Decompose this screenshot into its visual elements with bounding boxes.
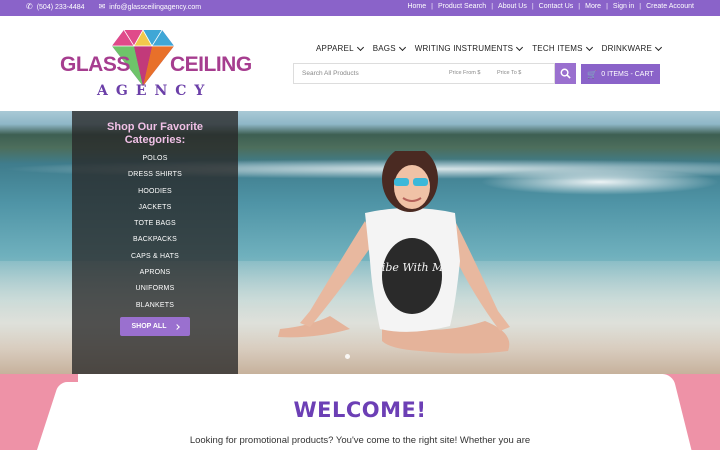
category-link-uniforms[interactable]: UNIFORMS xyxy=(72,281,238,297)
nav-item-tech-items[interactable]: TECH ITEMS xyxy=(532,43,593,53)
cart-button[interactable]: 🛒 0 ITEMS - CART xyxy=(581,64,660,84)
welcome-text: Looking for promotional products? You've… xyxy=(189,435,531,446)
envelope-icon: ✉ xyxy=(98,2,106,11)
category-list: POLOS DRESS SHIRTS HOODIES JACKETS TOTE … xyxy=(72,151,238,314)
chevron-down-icon xyxy=(398,43,406,51)
chevron-down-icon xyxy=(356,43,364,51)
chevron-down-icon xyxy=(655,43,663,51)
price-to-input[interactable]: Price To $ xyxy=(497,70,521,76)
category-link-hoodies[interactable]: HOODIES xyxy=(72,184,238,200)
price-from-input[interactable]: Price From $ xyxy=(449,70,480,76)
top-bar: ✆ (504) 233-4484 ✉ info@glassceilingagency… xyxy=(0,0,720,16)
shirt-graphic-text: Vibe With Me xyxy=(374,261,450,274)
logo-word-agency: AGENCY xyxy=(97,83,213,99)
hero-image: Vibe With Me xyxy=(278,151,510,354)
email-link[interactable]: ✉ info@glassceilingagency.com xyxy=(99,3,202,11)
main-nav: APPAREL BAGS WRITING INSTRUMENTS TECH IT… xyxy=(316,43,671,53)
category-panel: Shop Our Favorite Categories: POLOS DRES… xyxy=(72,111,238,374)
nav-label: BAGS xyxy=(372,44,396,53)
chevron-down-icon xyxy=(516,43,524,51)
contact-info: ✆ (504) 233-4484 ✉ info@glassceilingagency… xyxy=(26,3,201,11)
cart-icon: 🛒 xyxy=(587,69,598,79)
top-link-about-us[interactable]: About Us xyxy=(498,3,527,10)
nav-label: TECH ITEMS xyxy=(532,44,583,53)
nav-item-drinkware[interactable]: DRINKWARE xyxy=(601,43,663,53)
site-logo[interactable]: GLASS CEILING AGENCY xyxy=(58,24,252,104)
nav-label: APPAREL xyxy=(316,44,354,53)
search-icon xyxy=(560,68,571,79)
search-button[interactable] xyxy=(555,63,576,84)
chevron-right-icon xyxy=(173,323,180,330)
site-header: GLASS CEILING AGENCY APPAREL BAGS WRITIN… xyxy=(0,16,720,111)
category-link-blankets[interactable]: BLANKETS xyxy=(72,298,238,314)
category-link-backpacks[interactable]: BACKPACKS xyxy=(72,232,238,248)
nav-item-writing-instruments[interactable]: WRITING INSTRUMENTS xyxy=(414,43,524,53)
top-link-more[interactable]: More xyxy=(585,3,601,10)
nav-label: DRINKWARE xyxy=(601,44,653,53)
nav-item-bags[interactable]: BAGS xyxy=(372,43,406,53)
email-address: info@glassceilingagency.com xyxy=(109,3,202,11)
shop-all-button[interactable]: SHOP ALL xyxy=(120,317,190,336)
category-link-caps-hats[interactable]: CAPS & HATS xyxy=(72,249,238,265)
welcome-heading: WELCOME! xyxy=(293,398,427,422)
category-link-polos[interactable]: POLOS xyxy=(72,151,238,167)
nav-label: WRITING INSTRUMENTS xyxy=(414,44,514,53)
category-link-jackets[interactable]: JACKETS xyxy=(72,200,238,216)
logo-word-glass: GLASS xyxy=(60,53,130,76)
top-links: Home | Product Search | About Us | Contact … xyxy=(407,3,694,10)
chevron-down-icon xyxy=(585,43,593,51)
welcome-section: WELCOME! Looking for promotional product… xyxy=(0,374,720,450)
category-link-tote-bags[interactable]: TOTE BAGS xyxy=(72,216,238,232)
phone-link[interactable]: ✆ (504) 233-4484 xyxy=(26,3,85,11)
product-search-box: Search All Products Price From $ Price T… xyxy=(293,63,555,84)
top-link-sign-in[interactable]: Sign in xyxy=(613,3,634,10)
top-link-create-account[interactable]: Create Account xyxy=(646,3,694,10)
nav-item-apparel[interactable]: APPAREL xyxy=(316,43,364,53)
category-panel-title: Shop Our Favorite Categories: xyxy=(107,121,203,146)
carousel-dot[interactable] xyxy=(345,354,350,359)
category-link-dress-shirts[interactable]: DRESS SHIRTS xyxy=(72,167,238,183)
cart-label: 0 ITEMS - CART xyxy=(601,70,654,78)
top-link-contact-us[interactable]: Contact Us xyxy=(539,3,574,10)
top-link-home[interactable]: Home xyxy=(407,3,426,10)
search-input[interactable]: Search All Products xyxy=(302,70,359,77)
category-link-aprons[interactable]: APRONS xyxy=(72,265,238,281)
phone-icon: ✆ xyxy=(26,2,33,11)
phone-number: (504) 233-4484 xyxy=(36,3,85,11)
carousel-dots xyxy=(345,354,355,359)
top-link-product-search[interactable]: Product Search xyxy=(438,3,486,10)
logo-word-ceiling: CEILING xyxy=(170,53,252,76)
